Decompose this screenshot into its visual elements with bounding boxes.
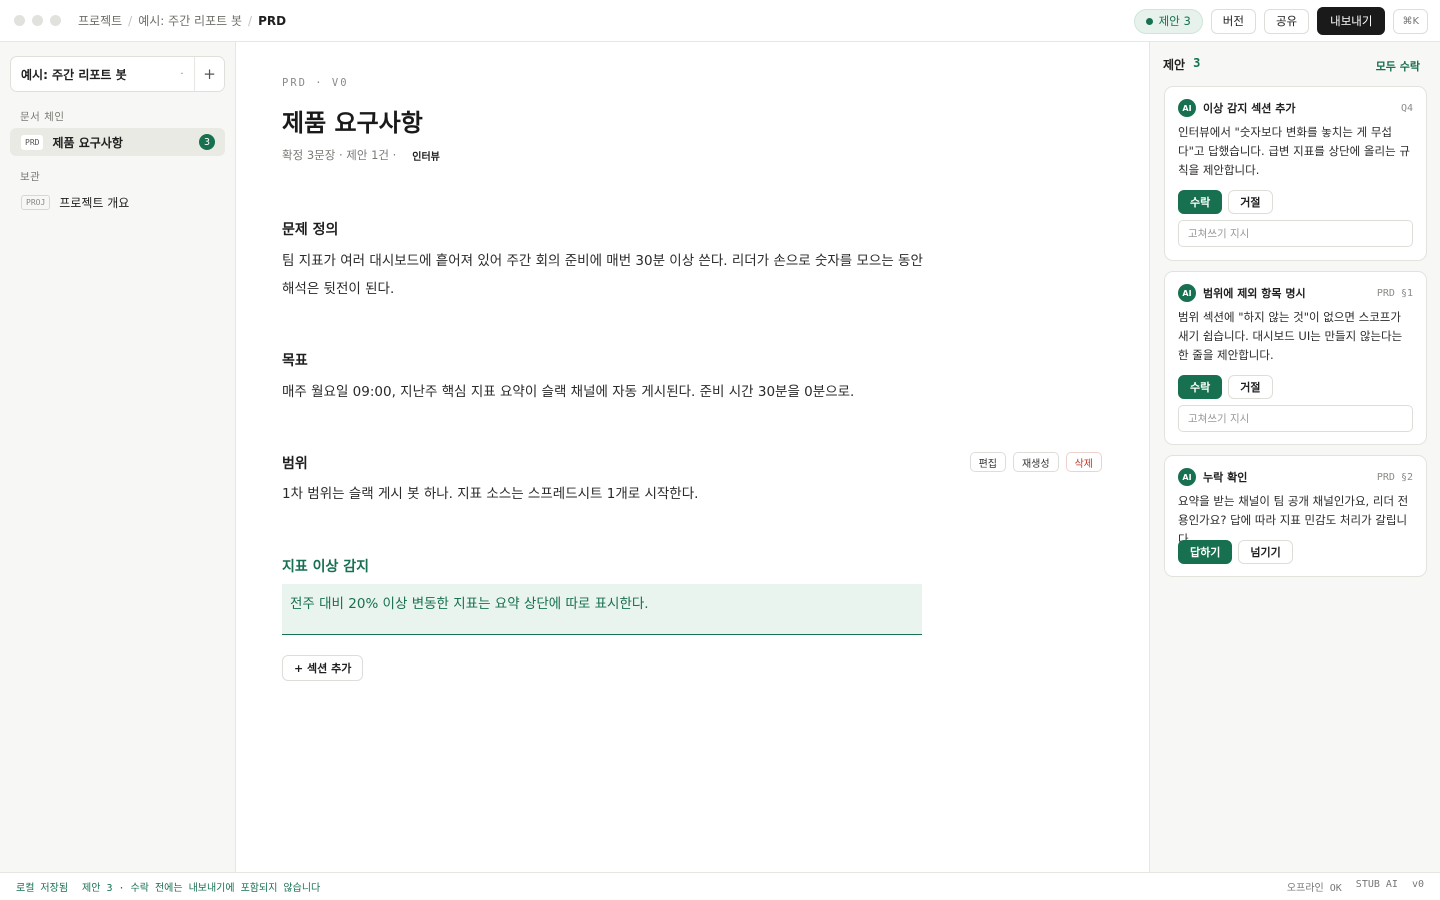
card-reference[interactable]: PRD §1	[1377, 288, 1413, 299]
panel-header: 제안 3	[1163, 56, 1200, 73]
top-bar: 프로젝트 / 예시: 주간 리포트 봇 / PRD 제안 3 버전 공유 내보내…	[0, 0, 1440, 42]
save-status: 로컬 저장됨	[16, 883, 69, 894]
section-heading-problem[interactable]: 문제 정의	[282, 219, 338, 239]
section-heading-scope[interactable]: 범위	[282, 453, 308, 473]
suggestions-pill[interactable]: 제안 3	[1133, 8, 1203, 34]
doc-meta-text: 확정 3문장 · 제안 1건 ·	[282, 148, 397, 162]
section-heading-anomaly[interactable]: 지표 이상 감지	[282, 556, 369, 576]
interview-chip[interactable]: 인터뷰	[412, 148, 440, 163]
doc-kicker: PRD · V0	[282, 77, 349, 89]
card-header: AI 범위에 제외 항목 명시 PRD §1	[1178, 284, 1413, 302]
card-header: AI 이상 감지 섹션 추가 Q4	[1178, 99, 1413, 117]
section-body-scope[interactable]: 1차 범위는 슬랙 게시 봇 하나. 지표 소스는 스프레드시트 1개로 시작한…	[282, 480, 924, 508]
section-toolbar: 편집 재생성 삭제	[969, 452, 1102, 472]
reject-button[interactable]: 거절	[1228, 375, 1273, 399]
rewrite-instruction-input[interactable]: 고쳐쓰기 지시	[1178, 405, 1413, 432]
question-card: AI 누락 확인 PRD §2 요약을 받는 채널이 팀 공개 채널인가요, 리…	[1164, 455, 1427, 577]
suggested-section-body[interactable]: 전주 대비 20% 이상 변동한 지표는 요약 상단에 따로 표시한다.	[282, 584, 922, 635]
breadcrumb-separator: /	[128, 13, 133, 28]
breadcrumb-current: PRD	[258, 13, 287, 28]
suggestion-count-badge: 3	[199, 134, 215, 150]
card-reference[interactable]: Q4	[1401, 103, 1413, 114]
accept-button[interactable]: 수락	[1178, 190, 1223, 214]
project-selector[interactable]: 예시: 주간 리포트 봇 · +	[10, 56, 225, 92]
window-close-dot[interactable]	[14, 15, 25, 26]
card-title: 이상 감지 섹션 추가	[1203, 102, 1296, 115]
command-palette-button[interactable]: ⌘K	[1393, 8, 1428, 34]
rewrite-instruction-input[interactable]: 고쳐쓰기 지시	[1178, 220, 1413, 247]
document-area: PRD · V0 제품 요구사항 확정 3문장 · 제안 1건 · 인터뷰 문제…	[236, 42, 1149, 872]
status-dot-icon	[1145, 17, 1153, 25]
breadcrumb-project[interactable]: 예시: 주간 리포트 봇	[138, 12, 242, 29]
page-title: 제품 요구사항	[282, 109, 423, 137]
ai-icon: AI	[1178, 99, 1196, 117]
card-body: 범위 섹션에 "하지 않는 것"이 없으면 스코프가 새기 쉽습니다. 대시보드…	[1178, 310, 1403, 362]
suggestion-note: 제안 3 · 수락 전에는 내보내기에 포함되지 않습니다	[82, 883, 321, 894]
doc-type-tag: PRD	[21, 134, 44, 150]
card-actions: 수락 거절	[1178, 375, 1273, 399]
status-right: 오프라인 OK STUB AI v0	[1287, 879, 1424, 894]
accept-all-button[interactable]: 모두 수락	[1376, 58, 1420, 74]
suggestion-card: AI 범위에 제외 항목 명시 PRD §1 범위 섹션에 "하지 않는 것"이…	[1164, 271, 1427, 445]
panel-count: 3	[1193, 56, 1201, 70]
sidebar-item-prd[interactable]: PRD 제품 요구사항 3	[10, 128, 225, 156]
doc-meta: 확정 3문장 · 제안 1건 · 인터뷰	[282, 147, 440, 163]
card-title: 범위에 제외 항목 명시	[1203, 287, 1306, 300]
top-actions: 제안 3 버전 공유 내보내기 ⌘K	[1133, 7, 1428, 35]
accept-button[interactable]: 수락	[1178, 375, 1223, 399]
doc-type-tag: PROJ	[21, 194, 51, 210]
answer-button[interactable]: 답하기	[1178, 540, 1233, 564]
sidebar-item-label: 프로젝트 개요	[59, 195, 130, 210]
share-button[interactable]: 공유	[1263, 8, 1310, 34]
reject-button[interactable]: 거절	[1228, 190, 1273, 214]
ai-mode-status: STUB AI	[1355, 879, 1398, 890]
breadcrumb-projects[interactable]: 프로젝트	[78, 12, 122, 29]
sidebar: 예시: 주간 리포트 봇 · + 문서 체인 PRD 제품 요구사항 3 보관 …	[0, 42, 236, 872]
card-actions: 수락 거절	[1178, 190, 1273, 214]
add-project-button[interactable]: +	[194, 57, 224, 91]
version-status: v0	[1411, 879, 1424, 890]
card-actions: 답하기 넘기기	[1178, 540, 1293, 564]
skip-button[interactable]: 넘기기	[1238, 540, 1293, 564]
project-selector-name: 예시: 주간 리포트 봇	[21, 67, 127, 82]
section-regenerate-button[interactable]: 재생성	[1012, 452, 1059, 472]
chevron-down-icon[interactable]: ·	[170, 69, 194, 80]
section-body-goal[interactable]: 매주 월요일 09:00, 지난주 핵심 지표 요약이 슬랙 채널에 자동 게시…	[282, 378, 924, 406]
version-button[interactable]: 버전	[1210, 8, 1256, 34]
card-header: AI 누락 확인 PRD §2	[1178, 468, 1413, 486]
sidebar-section-chain: 문서 체인	[20, 111, 65, 123]
section-body-problem[interactable]: 팀 지표가 여러 대시보드에 흩어져 있어 주간 회의 준비에 매번 30분 이…	[282, 247, 924, 303]
section-delete-button[interactable]: 삭제	[1065, 452, 1102, 472]
suggestions-panel: 제안 3 모두 수락 AI 이상 감지 섹션 추가 Q4 인터뷰에서 "숫자보다…	[1149, 42, 1440, 872]
suggestion-card: AI 이상 감지 섹션 추가 Q4 인터뷰에서 "숫자보다 변화를 놓치는 게 …	[1164, 86, 1427, 261]
sidebar-item-label: 제품 요구사항	[52, 135, 123, 150]
sidebar-item-proj[interactable]: PROJ 프로젝트 개요	[10, 188, 225, 216]
window-zoom-dot[interactable]	[50, 15, 61, 26]
export-button[interactable]: 내보내기	[1317, 7, 1386, 35]
ai-icon: AI	[1178, 284, 1196, 302]
card-reference[interactable]: PRD §2	[1377, 472, 1413, 483]
card-body: 인터뷰에서 "숫자보다 변화를 놓치는 게 무섭다"고 답했습니다. 급변 지표…	[1178, 125, 1410, 177]
ai-icon: AI	[1178, 468, 1196, 486]
add-section-button[interactable]: + 섹션 추가	[282, 655, 364, 681]
sidebar-section-archive: 보관	[20, 171, 41, 183]
status-bar: 로컬 저장됨 제안 3 · 수락 전에는 내보내기에 포함되지 않습니다 오프라…	[0, 872, 1440, 900]
breadcrumb-separator: /	[248, 13, 253, 28]
status-left: 로컬 저장됨 제안 3 · 수락 전에는 내보내기에 포함되지 않습니다	[16, 879, 320, 894]
panel-title: 제안	[1163, 58, 1186, 72]
breadcrumb: 프로젝트 / 예시: 주간 리포트 봇 / PRD	[78, 12, 286, 29]
section-edit-button[interactable]: 편집	[969, 452, 1006, 472]
window-controls	[14, 15, 61, 26]
window-minimize-dot[interactable]	[32, 15, 43, 26]
suggestions-pill-label: 제안 3	[1158, 14, 1191, 28]
section-heading-goal[interactable]: 목표	[282, 350, 308, 370]
offline-status: 오프라인 OK	[1286, 883, 1342, 894]
card-title: 누락 확인	[1203, 471, 1248, 484]
